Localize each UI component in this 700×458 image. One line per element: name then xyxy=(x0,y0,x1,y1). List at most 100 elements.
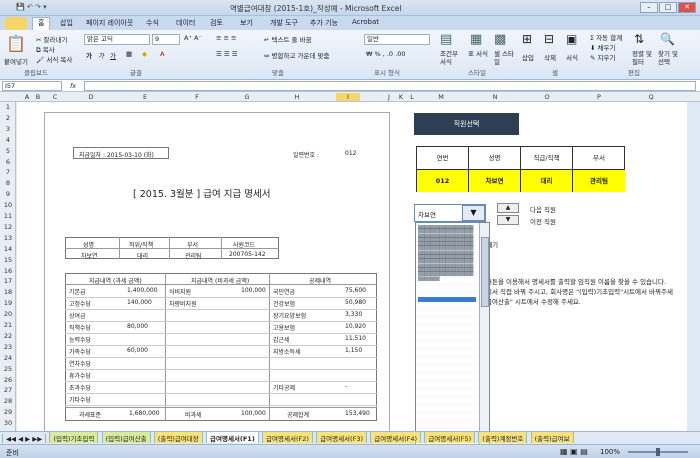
fill-color-icon[interactable]: ◆ xyxy=(142,50,147,58)
row-header-29[interactable]: 29 xyxy=(0,408,16,416)
row-header-26[interactable]: 26 xyxy=(0,376,16,384)
spin-up-button[interactable]: ▲ xyxy=(497,203,519,213)
sheet-tab-3[interactable]: (출력)급여대장 xyxy=(153,432,203,443)
col-a[interactable]: A xyxy=(22,93,32,101)
row-header-9[interactable]: 9 xyxy=(0,190,16,198)
row-header-10[interactable]: 10 xyxy=(0,201,16,209)
col-k[interactable]: K xyxy=(396,93,406,101)
col-g[interactable]: G xyxy=(242,93,252,101)
tab-view[interactable]: 보기 xyxy=(240,18,253,28)
row-header-20[interactable]: 20 xyxy=(0,310,16,318)
fill-button[interactable]: ⬇ 채우기 xyxy=(590,42,615,52)
currency-icon[interactable]: ₩ % , .0 .00 xyxy=(366,50,405,58)
col-e[interactable]: E xyxy=(140,93,150,101)
maximize-button[interactable]: □ xyxy=(659,2,677,13)
tab-review[interactable]: 검토 xyxy=(210,18,223,28)
sheet-tab-1[interactable]: (입력)기초입력 xyxy=(49,432,99,443)
font-grow-icon[interactable]: A⁺ A⁻ xyxy=(184,34,202,42)
row-header-3[interactable]: 3 xyxy=(0,125,16,133)
row-header-7[interactable]: 7 xyxy=(0,168,16,176)
row-header-18[interactable]: 18 xyxy=(0,288,16,296)
tab-developer[interactable]: 개발 도구 xyxy=(270,18,298,28)
delete-cells-button[interactable]: 삭제 xyxy=(544,52,556,62)
insert-cells-button[interactable]: 삽입 xyxy=(522,52,534,62)
format-painter-button[interactable]: 🖌 서식 복사 xyxy=(36,54,72,64)
list-scrollbar[interactable] xyxy=(479,223,489,447)
row-header-2[interactable]: 2 xyxy=(0,114,16,122)
col-d[interactable]: D xyxy=(86,93,96,101)
sheet-tab-6[interactable]: 급여명세서(F3) xyxy=(316,432,367,443)
table-format-icon[interactable]: ▦ xyxy=(470,32,482,47)
zoom-level[interactable]: 100% xyxy=(600,448,620,456)
col-b[interactable]: B xyxy=(33,93,43,101)
clear-button[interactable]: ✎ 지우기 xyxy=(590,52,615,62)
formula-input[interactable] xyxy=(84,81,696,91)
row-header-25[interactable]: 25 xyxy=(0,365,16,373)
col-p[interactable]: P xyxy=(594,93,604,101)
find-select-button[interactable]: 찾기 및 선택 xyxy=(658,50,682,66)
italic-icon[interactable]: 가 xyxy=(98,50,104,60)
sheet-tab-8[interactable]: 급여명세서(F5) xyxy=(424,432,476,443)
col-h[interactable]: H xyxy=(292,93,302,101)
sheet-tab-9[interactable]: (출력)계정번호 xyxy=(478,432,528,443)
spin-down-button[interactable]: ▼ xyxy=(497,215,519,225)
font-color-icon[interactable]: A xyxy=(160,50,164,58)
binoculars-icon[interactable]: 🔍 xyxy=(660,32,675,46)
row-header-19[interactable]: 19 xyxy=(0,299,16,307)
row-header-21[interactable]: 21 xyxy=(0,321,16,329)
insert-cells-icon[interactable]: ⊞ xyxy=(522,32,532,46)
row-header-13[interactable]: 13 xyxy=(0,234,16,242)
combobox-dropdown-button[interactable]: ▼ xyxy=(462,205,485,221)
row-header-5[interactable]: 5 xyxy=(0,147,16,155)
align-left-icon[interactable]: ☰ ☰ ☰ xyxy=(216,50,238,58)
fx-icon[interactable]: fx xyxy=(70,82,76,90)
minimize-button[interactable]: – xyxy=(640,2,658,13)
tab-page-layout[interactable]: 페이지 레이아웃 xyxy=(86,18,133,28)
tab-insert[interactable]: 삽입 xyxy=(60,18,73,28)
row-header-22[interactable]: 22 xyxy=(0,332,16,340)
conditional-format-icon[interactable]: ▤ xyxy=(440,32,452,47)
col-j[interactable]: J xyxy=(384,93,394,101)
paste-button[interactable]: 붙여넣기 xyxy=(4,56,28,66)
tab-acrobat[interactable]: Acrobat xyxy=(352,18,379,26)
format-cells-icon[interactable]: ▣ xyxy=(566,32,577,46)
row-header-14[interactable]: 14 xyxy=(0,245,16,253)
zoom-slider-thumb[interactable] xyxy=(656,448,660,456)
cell-style-button[interactable]: 셀 스타일 xyxy=(494,50,516,66)
row-header-1[interactable]: 1 xyxy=(0,103,16,111)
col-c[interactable]: C xyxy=(50,93,60,101)
col-l[interactable]: L xyxy=(407,93,417,101)
row-header-28[interactable]: 28 xyxy=(0,397,16,405)
col-q[interactable]: Q xyxy=(646,93,656,101)
name-box[interactable]: I57 xyxy=(2,81,62,91)
align-top-icon[interactable]: ≡ ≡ ≡ xyxy=(216,34,236,42)
row-header-11[interactable]: 11 xyxy=(0,212,16,220)
row-header-12[interactable]: 12 xyxy=(0,223,16,231)
row-header-24[interactable]: 24 xyxy=(0,354,16,362)
close-button[interactable]: ✕ xyxy=(678,2,696,13)
tab-nav-arrows[interactable]: ◀◀ ◀ ▶ ▶▶ xyxy=(2,434,47,443)
tab-home[interactable]: 홈 xyxy=(32,17,51,30)
office-button[interactable] xyxy=(4,17,28,30)
table-format-button[interactable]: 표 서식 xyxy=(468,50,490,58)
sheet-tab-2[interactable]: (입력)급여산출 xyxy=(101,432,151,443)
select-employee-button[interactable]: 직원선택 xyxy=(414,113,519,135)
row-header-27[interactable]: 27 xyxy=(0,386,16,394)
tab-addins[interactable]: 추가 기능 xyxy=(310,18,338,28)
tab-data[interactable]: 데이터 xyxy=(176,18,195,28)
conditional-format-button[interactable]: 조건부 서식 xyxy=(440,50,464,66)
font-size-box[interactable]: 9 xyxy=(152,34,180,45)
sort-filter-button[interactable]: 정렬 및 필터 xyxy=(632,50,654,66)
row-header-17[interactable]: 17 xyxy=(0,277,16,285)
underline-icon[interactable]: 가 xyxy=(110,50,116,60)
sheet-tab-7[interactable]: 급여명세서(F4) xyxy=(370,432,422,443)
sheet-tab-4[interactable]: 급여명세서(F1) xyxy=(206,432,259,443)
selected-list-item[interactable] xyxy=(418,297,476,302)
cell-style-icon[interactable]: ▩ xyxy=(494,32,506,47)
autosum-button[interactable]: Σ 자동 합계 xyxy=(590,32,622,42)
row-header-30[interactable]: 30 xyxy=(0,419,16,427)
row-header-15[interactable]: 15 xyxy=(0,256,16,264)
delete-cells-icon[interactable]: ⊟ xyxy=(544,32,554,46)
paste-icon[interactable]: 📋 xyxy=(6,34,26,53)
font-name-box[interactable]: 맑은 고딕 xyxy=(84,34,150,45)
